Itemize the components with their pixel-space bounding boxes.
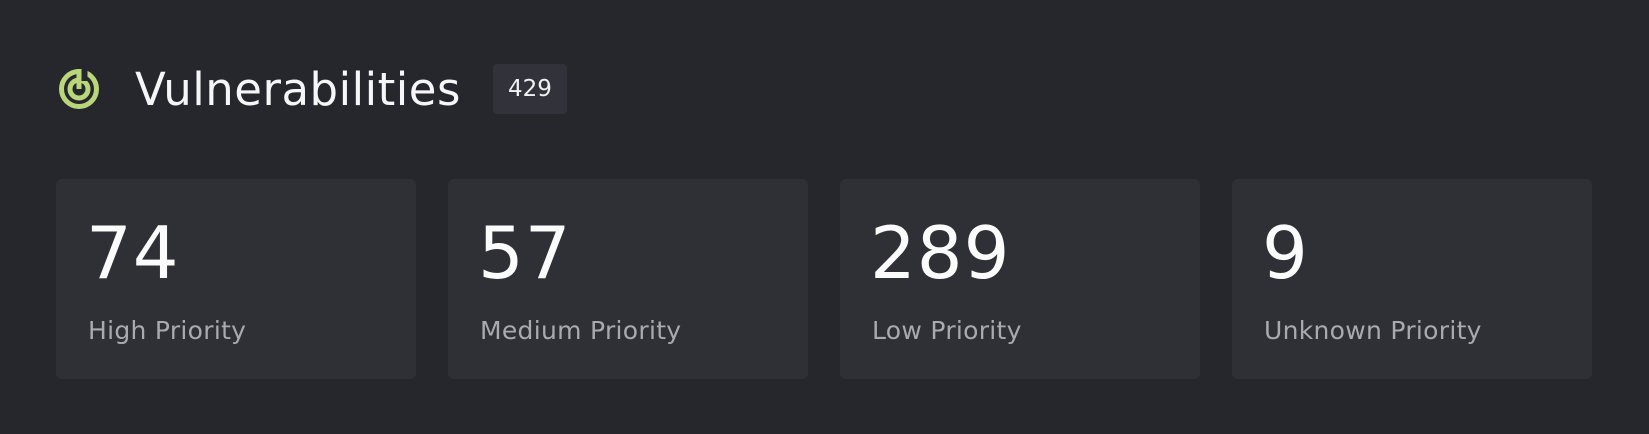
- medium-priority-count: 57: [478, 211, 572, 295]
- high-priority-count: 74: [86, 211, 180, 295]
- high-priority-label: High Priority: [88, 316, 247, 345]
- priority-cards: 74 High Priority 57 Medium Priority 289 …: [56, 179, 1592, 379]
- high-priority-card[interactable]: 74 High Priority: [56, 179, 416, 379]
- medium-priority-card[interactable]: 57 Medium Priority: [448, 179, 808, 379]
- low-priority-count: 289: [870, 211, 1011, 295]
- low-priority-label: Low Priority: [872, 316, 1022, 345]
- unknown-priority-card[interactable]: 9 Unknown Priority: [1232, 179, 1592, 379]
- vulnerability-count-badge: 429: [492, 64, 567, 114]
- low-priority-card[interactable]: 289 Low Priority: [840, 179, 1200, 379]
- medium-priority-label: Medium Priority: [480, 316, 682, 345]
- unknown-priority-label: Unknown Priority: [1264, 316, 1482, 345]
- vulnerabilities-header: Vulnerabilities 429: [57, 60, 567, 118]
- radar-icon: [57, 67, 101, 111]
- unknown-priority-count: 9: [1262, 211, 1309, 295]
- page-title: Vulnerabilities: [135, 62, 461, 116]
